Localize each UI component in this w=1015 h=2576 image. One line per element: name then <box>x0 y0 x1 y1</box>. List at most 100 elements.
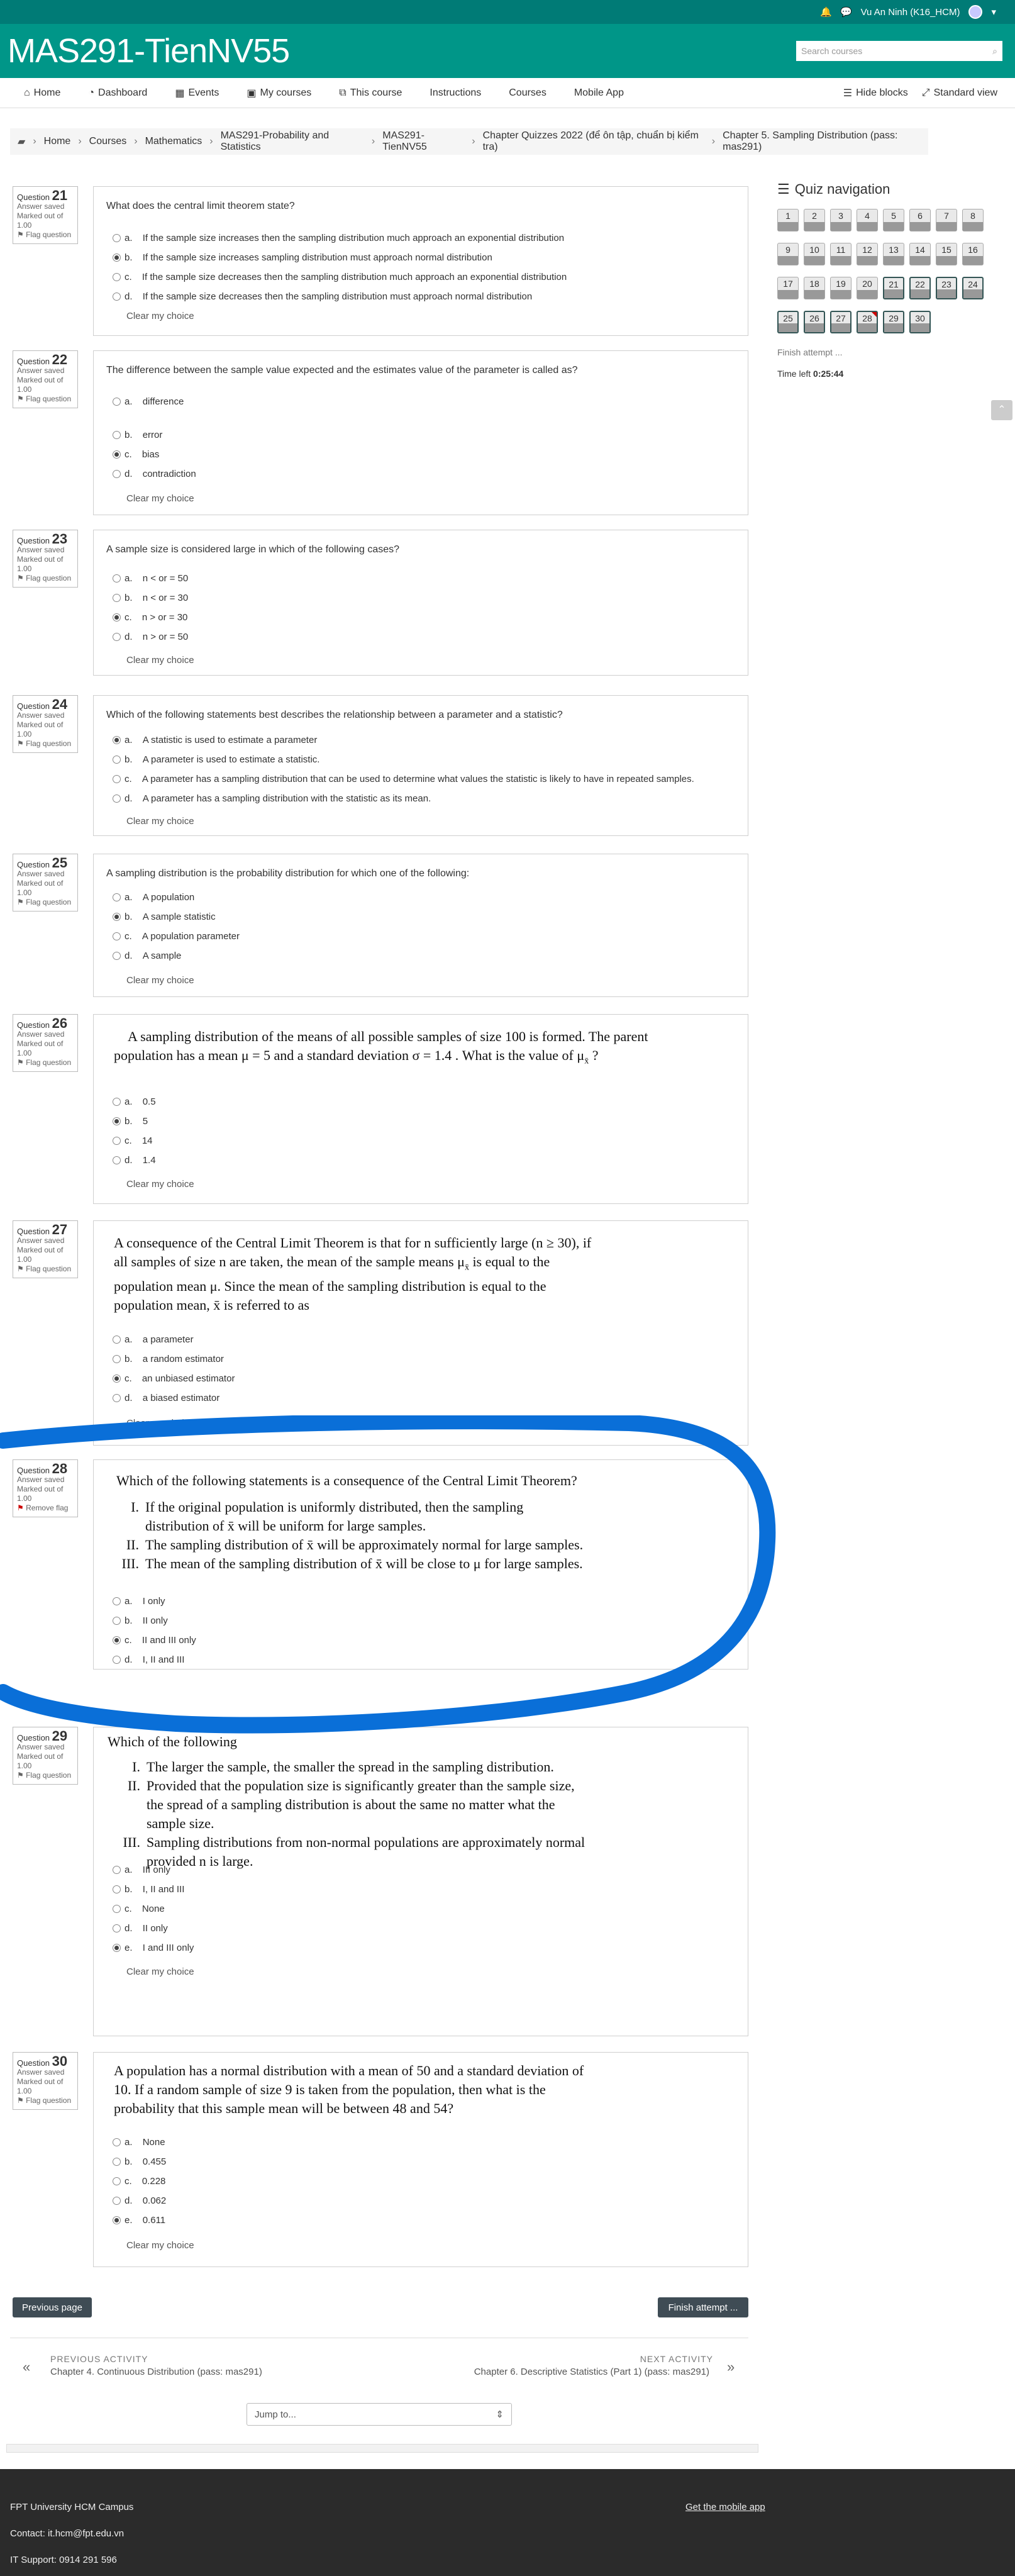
site-title[interactable]: MAS291-TienNV55 <box>8 31 290 70</box>
flag-question[interactable]: ⚑ Flag question <box>17 1058 74 1068</box>
radio-button[interactable] <box>113 613 121 622</box>
horizontal-scrollbar[interactable] <box>6 2444 758 2453</box>
clear-choice-link[interactable]: Clear my choice <box>126 1179 194 1190</box>
flag-question[interactable]: ⚑ Flag question <box>17 1771 74 1780</box>
radio-button[interactable] <box>113 469 121 478</box>
quiz-nav-cell[interactable]: 9 <box>777 243 799 265</box>
chevron-down-icon[interactable]: ▾ <box>991 6 996 18</box>
quiz-nav-cell[interactable]: 29 <box>883 311 904 333</box>
radio-button[interactable] <box>113 574 121 583</box>
answer-option[interactable]: c. A parameter has a sampling distributi… <box>113 769 694 789</box>
quiz-nav-cell[interactable]: 21 <box>883 277 904 299</box>
crumb-class[interactable]: MAS291-TienNV55 <box>382 130 464 153</box>
answer-option[interactable]: b. A sample statistic <box>113 906 216 927</box>
jump-to-select[interactable]: Jump to... ⇕ <box>247 2403 512 2426</box>
previous-page-button[interactable]: Previous page <box>13 2297 92 2317</box>
radio-button[interactable] <box>113 450 121 459</box>
quiz-nav-cell[interactable]: 19 <box>830 277 851 299</box>
answer-option[interactable]: c. If the sample size decreases then the… <box>113 267 567 287</box>
radio-button[interactable] <box>113 1885 121 1893</box>
quiz-nav-cell[interactable]: 26 <box>804 311 825 333</box>
quiz-nav-cell[interactable]: 14 <box>909 243 931 265</box>
answer-option[interactable]: a. 0.5 <box>113 1091 156 1112</box>
answer-option[interactable]: b. 0.455 <box>113 2151 166 2172</box>
crumb-mathematics[interactable]: Mathematics <box>145 136 202 147</box>
radio-button[interactable] <box>113 1374 121 1383</box>
radio-button[interactable] <box>113 253 121 262</box>
answer-option[interactable]: e. I and III only <box>113 1938 194 1958</box>
answer-option[interactable]: b. error <box>113 425 162 445</box>
answer-option[interactable]: c. bias <box>113 444 159 464</box>
answer-option[interactable]: a. A statistic is used to estimate a par… <box>113 730 317 750</box>
quiz-nav-cell[interactable]: 6 <box>909 209 931 231</box>
answer-option[interactable]: a. a parameter <box>113 1329 194 1349</box>
radio-button[interactable] <box>113 951 121 960</box>
radio-button[interactable] <box>113 893 121 901</box>
quiz-nav-cell[interactable]: 24 <box>962 277 984 299</box>
quiz-nav-cell[interactable]: 3 <box>830 209 851 231</box>
quiz-nav-cell[interactable]: 11 <box>830 243 851 265</box>
quiz-nav-cell[interactable]: 27 <box>830 311 851 333</box>
quiz-nav-cell[interactable]: 8 <box>962 209 984 231</box>
standard-view-button[interactable]: ⤢ Standard view <box>922 87 997 99</box>
search-icon[interactable]: ⌕ <box>992 46 997 57</box>
radio-button[interactable] <box>113 292 121 301</box>
avatar[interactable] <box>968 5 983 19</box>
quiz-nav-cell[interactable]: 1 <box>777 209 799 231</box>
nav-dashboard[interactable]: ◔ Dashboard <box>88 87 147 99</box>
answer-option[interactable]: a. If the sample size increases then the… <box>113 228 564 248</box>
prev-activity-link[interactable]: Chapter 4. Continuous Distribution (pass… <box>50 2367 262 2377</box>
quiz-nav-cell[interactable]: 4 <box>857 209 878 231</box>
radio-button[interactable] <box>113 2138 121 2146</box>
nav-home[interactable]: ⌂ Home <box>24 87 60 99</box>
radio-button[interactable] <box>113 233 121 242</box>
radio-button[interactable] <box>113 2196 121 2205</box>
radio-button[interactable] <box>113 1335 121 1344</box>
flag-question[interactable]: ⚑ Flag question <box>17 394 74 404</box>
answer-option[interactable]: d. II only <box>113 1918 168 1938</box>
clear-choice-link[interactable]: Clear my choice <box>126 2240 194 2251</box>
flag-question[interactable]: ⚑ Flag question <box>17 2096 74 2105</box>
get-mobile-app-link[interactable]: Get the mobile app <box>685 2502 765 2512</box>
answer-option[interactable]: a. None <box>113 2132 165 2152</box>
quiz-nav-cell[interactable]: 22 <box>909 277 931 299</box>
answer-option[interactable]: b. a random estimator <box>113 1349 224 1369</box>
crumb-courses[interactable]: Courses <box>89 136 127 147</box>
next-activity-link[interactable]: Chapter 6. Descriptive Statistics (Part … <box>474 2367 709 2377</box>
quiz-nav-cell[interactable]: 28 <box>857 311 878 333</box>
user-name[interactable]: Vu An Ninh (K16_HCM) <box>861 7 960 18</box>
answer-option[interactable]: c. n > or = 30 <box>113 607 187 627</box>
nav-mobile-app[interactable]: Mobile App <box>574 87 624 99</box>
hide-blocks-button[interactable]: ☰ Hide blocks <box>843 87 908 99</box>
answer-option[interactable]: e. 0.611 <box>113 2210 165 2230</box>
answer-option[interactable]: d. a biased estimator <box>113 1388 219 1408</box>
radio-button[interactable] <box>113 774 121 783</box>
radio-button[interactable] <box>113 755 121 764</box>
answer-option[interactable]: c. A population parameter <box>113 926 240 946</box>
answer-option[interactable]: c. 14 <box>113 1130 153 1151</box>
scroll-top-button[interactable]: ⌃ <box>991 400 1012 420</box>
chat-icon[interactable]: 💬 <box>840 6 852 18</box>
radio-button[interactable] <box>113 2157 121 2166</box>
clear-choice-link[interactable]: Clear my choice <box>126 311 194 321</box>
flag-question[interactable]: ⚑ Flag question <box>17 1264 74 1274</box>
clear-choice-link[interactable]: Clear my choice <box>126 975 194 986</box>
nav-events[interactable]: ▦ Events <box>175 87 219 99</box>
radio-button[interactable] <box>113 1354 121 1363</box>
crumb-section[interactable]: Chapter Quizzes 2022 (để ôn tập, chuẩn b… <box>483 130 704 153</box>
flag-question[interactable]: ⚑ Flag question <box>17 739 74 749</box>
answer-option[interactable]: d. contradiction <box>113 464 196 484</box>
radio-button[interactable] <box>113 735 121 744</box>
quiz-nav-cell[interactable]: 30 <box>909 311 931 333</box>
answer-option[interactable]: d. 1.4 <box>113 1150 156 1170</box>
nav-courses[interactable]: Courses <box>509 87 546 99</box>
radio-button[interactable] <box>113 932 121 940</box>
radio-button[interactable] <box>113 1136 121 1145</box>
radio-button[interactable] <box>113 1904 121 1913</box>
radio-button[interactable] <box>113 912 121 921</box>
quiz-nav-cell[interactable]: 2 <box>804 209 825 231</box>
answer-option[interactable]: b. n < or = 30 <box>113 588 188 608</box>
quiz-nav-cell[interactable]: 12 <box>857 243 878 265</box>
answer-option[interactable]: c. None <box>113 1899 165 1919</box>
quiz-nav-cell[interactable]: 10 <box>804 243 825 265</box>
